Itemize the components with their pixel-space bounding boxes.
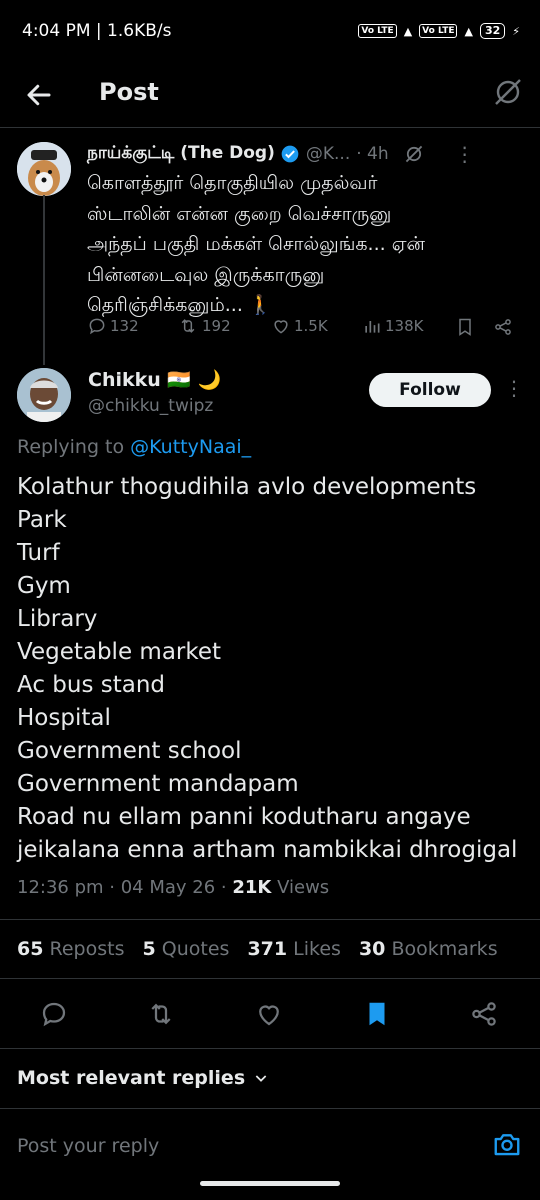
tweet-line: Turf — [17, 540, 60, 566]
tweet-line: கொளத்தூர் தொகுதியில முதல்வர் — [87, 172, 378, 194]
reply-count: 132 — [110, 317, 139, 335]
verified-badge-icon — [281, 145, 299, 163]
reply-metric[interactable]: 132 — [87, 316, 139, 336]
thread-line — [43, 195, 45, 365]
likes-stat[interactable]: 371 Likes — [247, 938, 341, 960]
page-title: Post — [99, 78, 159, 106]
avatar-chikku[interactable] — [17, 368, 71, 422]
reposts-stat[interactable]: 65 Reposts — [17, 938, 124, 960]
grok-small-icon[interactable] — [403, 143, 425, 165]
tweet-line: Kolathur thogudihila avlo developments — [17, 474, 477, 500]
follow-button[interactable]: Follow — [369, 373, 491, 407]
divider — [0, 919, 540, 920]
like-metric[interactable]: 1.5K — [271, 316, 328, 336]
bookmark-icon[interactable] — [455, 317, 475, 337]
author-name[interactable]: நாய்க்குட்டி (The Dog) — [87, 143, 275, 165]
tweet-line: Government mandapam — [17, 771, 299, 797]
signal-icon-2: ▲ — [464, 24, 473, 38]
post-time: · 4h — [356, 144, 389, 164]
reply-sort-dropdown[interactable]: Most relevant replies — [17, 1067, 269, 1089]
tweet-line: Hospital — [17, 705, 111, 731]
views-count[interactable]: 21K — [232, 877, 271, 898]
reply-sort-label: Most relevant replies — [17, 1067, 246, 1089]
tweet-line: Vegetable market — [17, 639, 222, 665]
volte-sim1-icon: Vo LTE — [358, 24, 397, 38]
main-tweet-body: Kolathur thogudihila avlo developments P… — [17, 471, 527, 867]
views-metric[interactable]: 138K — [362, 316, 423, 336]
tweet-line: Park — [17, 507, 67, 533]
tweet-line: jeikalana enna artham nambikkai dhrogiga… — [17, 837, 518, 863]
views-count: 138K — [385, 317, 424, 335]
status-icons: Vo LTE ▲ Vo LTE ▲ 32 ⚡ — [358, 23, 520, 39]
signal-icon: ▲ — [403, 24, 413, 38]
views-label: Views — [271, 877, 330, 898]
quotes-count: 5 — [142, 938, 156, 960]
divider — [0, 978, 540, 979]
likes-label: Likes — [293, 938, 341, 960]
home-indicator[interactable] — [200, 1181, 340, 1186]
tweet-line: Gym — [17, 573, 71, 599]
share-icon[interactable] — [469, 999, 499, 1029]
tweet-line: Road nu ellam panni kodutharu angaye — [17, 804, 471, 830]
top-bar: Post — [0, 62, 540, 128]
quoted-tweet-body: கொளத்தூர் தொகுதியில முதல்வர் ஸ்டாலின் என… — [87, 168, 507, 321]
reposts-label: Reposts — [49, 938, 125, 960]
author-handle[interactable]: @K... — [306, 144, 350, 164]
status-time: 4:04 PM | 1.6KB/s — [22, 21, 172, 41]
repost-metric[interactable]: 192 — [177, 316, 231, 336]
timestamp-text: 12:36 pm · 04 May 26 · — [17, 877, 233, 898]
more-options-icon[interactable]: ⋮ — [504, 376, 524, 400]
tweet-line: அந்தப் பகுதி மக்கள் சொல்லுங்க... ஏன் — [87, 233, 425, 255]
like-count: 1.5K — [294, 317, 328, 335]
dog-avatar-icon — [17, 142, 71, 196]
action-bar — [0, 995, 540, 1035]
bookmarks-count: 30 — [358, 938, 386, 960]
engagement-stats: 65 Reposts 5 Quotes 371 Likes 30 Bookmar… — [17, 938, 498, 960]
repost-count: 192 — [202, 317, 231, 335]
heart-icon — [274, 320, 288, 334]
tweet-line: Government school — [17, 738, 242, 764]
quoted-tweet-header: நாய்க்குட்டி (The Dog) @K... · 4h ⋮ — [87, 140, 527, 168]
tweet-line: பின்னடைவுல இருக்காருனு — [87, 263, 325, 286]
camera-icon[interactable] — [492, 1129, 522, 1159]
battery-icon: 32 — [479, 23, 506, 39]
reply-icon — [89, 318, 105, 335]
views-icon — [365, 321, 380, 333]
divider — [0, 1048, 540, 1049]
replying-to: Replying to @KuttyNaai_ — [17, 436, 251, 458]
share-icon[interactable] — [493, 317, 513, 337]
replying-prefix: Replying to — [17, 436, 125, 458]
likes-count: 371 — [247, 938, 288, 960]
more-options-icon[interactable]: ⋮ — [455, 142, 475, 166]
post-timestamp: 12:36 pm · 04 May 26 · 21K Views — [17, 877, 329, 898]
grok-icon[interactable] — [492, 76, 524, 108]
avatar-dog[interactable] — [17, 142, 71, 196]
reply-icon[interactable] — [39, 999, 69, 1029]
author-handle[interactable]: @chikku_twipz — [88, 396, 213, 416]
status-bar: 4:04 PM | 1.6KB/s Vo LTE ▲ Vo LTE ▲ 32 ⚡ — [0, 0, 540, 62]
quotes-label: Quotes — [161, 938, 230, 960]
person-avatar-icon — [17, 368, 71, 422]
author-name[interactable]: Chikku 🇮🇳 🌙 — [88, 368, 221, 391]
tweet-line: Ac bus stand — [17, 672, 166, 698]
chevron-down-icon — [255, 1075, 267, 1082]
reply-input[interactable] — [17, 1131, 457, 1161]
heart-icon[interactable] — [254, 999, 284, 1029]
tweet-line: ஸ்டாலின் என்ன குறை வெச்சாருனு — [87, 202, 392, 225]
bookmarks-stat[interactable]: 30 Bookmarks — [359, 938, 498, 960]
volte-sim2-icon: Vo LTE — [419, 24, 458, 38]
bookmark-filled-icon[interactable] — [362, 999, 392, 1029]
quotes-stat[interactable]: 5 Quotes — [142, 938, 229, 960]
reposts-count: 65 — [17, 938, 44, 960]
charging-icon: ⚡ — [512, 24, 520, 38]
replying-to-link[interactable]: @KuttyNaai_ — [130, 436, 251, 458]
bookmarks-label: Bookmarks — [391, 938, 498, 960]
repost-icon[interactable] — [146, 999, 176, 1029]
repost-icon — [181, 319, 195, 333]
reply-composer — [0, 1108, 540, 1200]
back-arrow-icon[interactable] — [24, 80, 54, 110]
tweet-line: Library — [17, 606, 98, 632]
quoted-metrics: 132 192 1.5K 138K — [87, 312, 527, 342]
